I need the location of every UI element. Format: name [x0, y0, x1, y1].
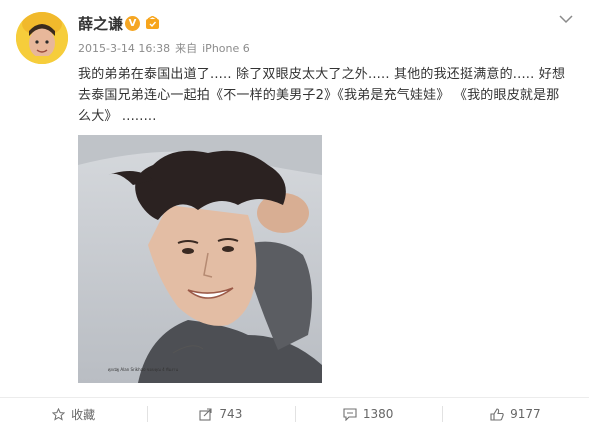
author-avatar[interactable] — [16, 12, 68, 64]
chevron-down-icon[interactable] — [559, 14, 573, 24]
avatar-image — [16, 12, 68, 64]
post-timestamp[interactable]: 2015-3-14 16:38 — [78, 42, 170, 55]
comment-button[interactable]: 1380 — [294, 398, 442, 429]
thumbs-up-icon — [490, 407, 504, 421]
favorite-label: 收藏 — [71, 407, 96, 422]
action-bar: 收藏 743 1380 9177 — [0, 397, 589, 429]
like-count: 9177 — [510, 407, 541, 421]
comment-count: 1380 — [362, 407, 394, 421]
photo-caption: ศุภณัฐ Alan Srikhao ขอบคุณ 4 ทีมงาน — [108, 367, 179, 372]
post-photo-graphic — [78, 135, 322, 383]
comment-icon — [343, 407, 357, 421]
post-body: 我的弟弟在泰国出道了..... 除了双眼皮太大了之外..... 其他的我还挺满意… — [78, 67, 566, 124]
post-meta: 2015-3-14 16:38 来自 iPhone 6 — [78, 41, 255, 57]
favorite-button[interactable]: 收藏 — [0, 398, 147, 429]
member-icon[interactable] — [145, 16, 160, 31]
verified-icon: V — [125, 16, 140, 31]
repost-count: 743 — [219, 407, 243, 421]
post-device[interactable]: iPhone 6 — [202, 42, 250, 55]
post-source-prefix: 来自 — [175, 42, 198, 55]
repost-icon — [199, 407, 212, 421]
post-photo[interactable]: ศุภณัฐ Alan Srikhao ขอบคุณ 4 ทีมงาน — [78, 135, 322, 383]
author-name[interactable]: 薛之谦 — [78, 14, 123, 34]
star-icon — [52, 407, 66, 421]
like-button[interactable]: 9177 — [441, 398, 589, 429]
weibo-post-card: 薛之谦 V 2015-3-14 16:38 来自 iPhone 6 我的弟弟在泰国出… — [0, 0, 589, 429]
repost-button[interactable]: 743 — [147, 398, 294, 429]
